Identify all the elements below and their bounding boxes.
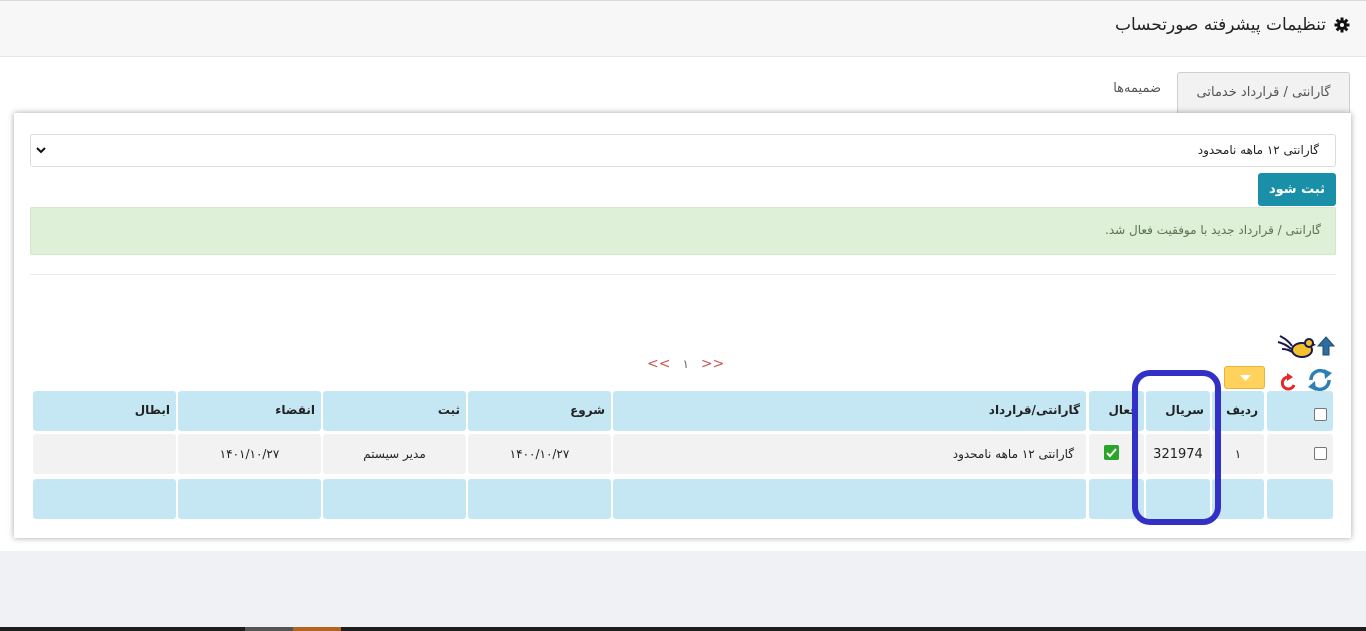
row-select-cell — [1267, 434, 1333, 474]
pager-next[interactable]: >> — [701, 356, 724, 372]
row-checkbox[interactable] — [1314, 447, 1327, 460]
header-start[interactable]: شروع — [468, 391, 611, 431]
bird-icon[interactable] — [1276, 330, 1316, 362]
page: تنظیمات پیشرفته صورتحساب گارانتی / قرارد… — [0, 0, 1366, 551]
taskbar-item[interactable] — [293, 627, 341, 631]
cell-expiry: ۱۴۰۱/۱۰/۲۷ — [178, 434, 321, 474]
save-button[interactable]: ثبت شود — [1258, 173, 1336, 206]
success-alert: گارانتی / قرارداد جدید با موفقیت فعال شد… — [30, 207, 1336, 255]
tab-attachments[interactable]: ضمیمه‌ها — [1113, 81, 1161, 96]
header-registered[interactable]: ثبت — [323, 391, 466, 431]
page-header: تنظیمات پیشرفته صورتحساب — [0, 1, 1366, 57]
header-warranty[interactable]: گارانتی/قرارداد — [613, 391, 1086, 431]
cell-warranty: گارانتی ۱۲ ماهه نامحدود — [613, 434, 1086, 474]
cell-registered: مدیر سیستم — [323, 434, 466, 474]
cell-cancel[interactable] — [33, 434, 176, 474]
refresh-icon[interactable] — [1306, 367, 1334, 393]
active-check-icon[interactable] — [1104, 445, 1119, 460]
serial-highlight-box — [1132, 370, 1221, 525]
warranty-panel: گارانتی ۱۲ ماهه نامحدود ثبت شود گارانتی … — [14, 113, 1351, 538]
warranty-select[interactable]: گارانتی ۱۲ ماهه نامحدود — [30, 134, 1336, 167]
pagination: << ۱ >> — [641, 356, 730, 372]
header-cancel[interactable]: ابطال — [33, 391, 176, 431]
upload-icon[interactable] — [1316, 335, 1336, 357]
footer-cell — [613, 479, 1086, 519]
footer-cell — [468, 479, 611, 519]
header-select-all — [1267, 391, 1333, 431]
undo-icon[interactable] — [1279, 373, 1299, 393]
footer-cell — [323, 479, 466, 519]
taskbar-item[interactable] — [245, 627, 293, 631]
header-expiry[interactable]: انقضاء — [178, 391, 321, 431]
pager-current[interactable]: ۱ — [682, 357, 688, 371]
caret-down-icon — [1240, 375, 1251, 381]
footer-cell — [33, 479, 176, 519]
page-title: تنظیمات پیشرفته صورتحساب — [1114, 15, 1326, 35]
footer-cell — [178, 479, 321, 519]
select-all-checkbox[interactable] — [1314, 408, 1327, 421]
filter-dropdown-button[interactable] — [1224, 366, 1265, 389]
tab-warranty[interactable]: گارانتی / قرارداد خدماتی — [1177, 72, 1350, 114]
taskbar — [0, 627, 1366, 631]
pager-prev[interactable]: << — [647, 356, 670, 372]
cell-start: ۱۴۰۰/۱۰/۲۷ — [468, 434, 611, 474]
divider — [30, 274, 1336, 275]
gear-icon — [1334, 17, 1350, 33]
chevron-down-icon — [36, 147, 46, 154]
warranty-select-value: گارانتی ۱۲ ماهه نامحدود — [1197, 143, 1319, 157]
footer-cell — [1267, 479, 1333, 519]
success-alert-text: گارانتی / قرارداد جدید با موفقیت فعال شد… — [1105, 223, 1321, 237]
